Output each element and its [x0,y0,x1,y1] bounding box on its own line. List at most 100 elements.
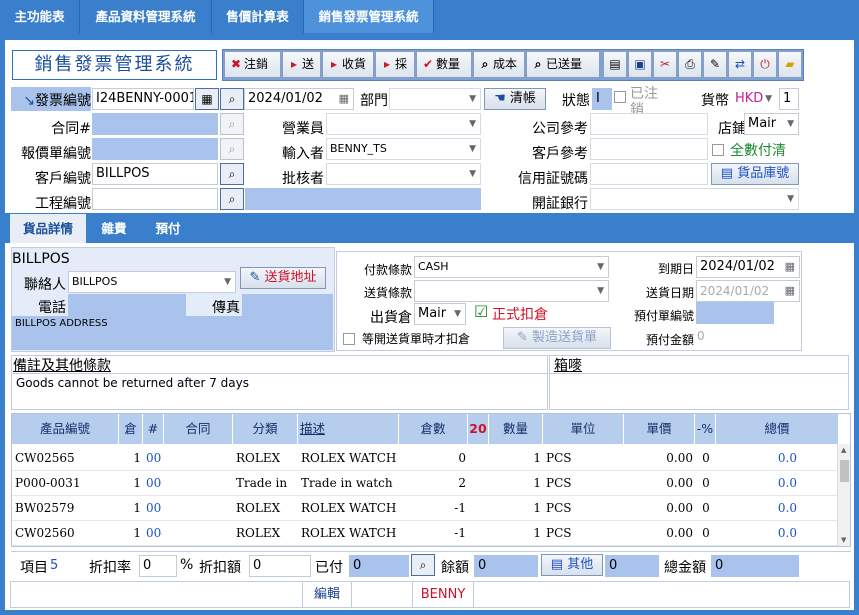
cell-warehouse[interactable]: 1 [122,446,141,471]
cell-contract[interactable] [167,521,231,546]
search-icon[interactable]: ⌕ [411,554,435,576]
menu-product-mgmt[interactable]: 產品資料管理系統 [80,0,212,33]
scroll-up-icon[interactable]: ▲ [841,446,846,454]
delivery-terms-select[interactable]: ▼ [414,280,609,302]
cell-stock[interactable]: -1 [402,496,466,521]
remarks-field[interactable]: Goods cannot be returned after 7 days [12,373,547,409]
cell-discount-pct[interactable]: 0 [698,471,714,496]
cell-stock-flag[interactable] [471,471,487,496]
cell-category[interactable]: ROLEX [236,521,296,546]
menu-price-calc[interactable]: 售價計算表 [212,0,304,33]
col-header-description[interactable]: 描述 [298,414,398,444]
col-header-product-no[interactable]: 產品編號 [12,414,118,444]
tab-prepayment[interactable]: 預付 [142,214,194,243]
approver-select[interactable]: ▼ [326,163,481,185]
cell-unit-price[interactable]: 0.00 [627,446,693,471]
cell-stock[interactable]: 2 [402,471,466,496]
fax-field[interactable] [242,294,333,316]
col-header-unit-price[interactable]: 單價 [624,414,694,444]
invoice-date-field[interactable]: 2024/01/02 ▦ [244,88,354,110]
menu-sales-invoice[interactable]: 銷售發票管理系統 [304,0,434,33]
folder-icon[interactable]: ▰ [778,51,802,78]
edit-icon[interactable]: ✎ [703,51,727,78]
cell-total[interactable]: 0.0 [719,521,797,546]
cell-warehouse[interactable]: 1 [122,521,141,546]
col-header-quantity[interactable]: 數量 [489,414,542,444]
cell-category[interactable]: ROLEX [236,446,296,471]
cell-contract[interactable] [167,446,231,471]
print-icon[interactable]: ⎙ [678,51,702,78]
cell-contract[interactable] [167,471,231,496]
shop-select[interactable]: Mair ▼ [744,113,799,135]
cell-total[interactable]: 0.0 [719,471,797,496]
cell-total[interactable]: 0.0 [719,496,797,521]
cell-product-no[interactable]: CW02560 [15,521,117,546]
quote-no-field[interactable] [92,138,218,160]
cell-discount-pct[interactable]: 0 [698,496,714,521]
pick-button[interactable]: ▸ 採 [375,51,415,78]
discount-rate-field[interactable]: 0 [139,555,177,577]
cell-product-no[interactable]: BW02579 [15,496,117,521]
col-header-total[interactable]: 總價 [716,414,838,444]
issuing-bank-select[interactable]: ▼ [590,188,799,210]
discount-amount-field[interactable]: 0 [249,555,311,577]
deduct-on-dn-checkbox[interactable] [343,331,355,346]
cell-discount-pct[interactable]: 0 [698,521,714,546]
cost-button[interactable]: ⌕ 成本 [473,51,525,78]
cell-stock-flag[interactable] [471,446,487,471]
shipping-marks-field[interactable] [550,373,848,409]
tab-product-details[interactable]: 貨品詳情 [10,214,86,243]
search-icon[interactable]: ⌕ [220,188,244,210]
language-switch-icon[interactable]: ⇄ [728,51,752,78]
cell-stock-flag[interactable] [471,496,487,521]
cell-product-no[interactable]: P000-0031 [15,471,117,496]
scrollbar-thumb[interactable] [840,460,849,482]
stock-no-button[interactable]: ▤ 貨品庫號 [711,163,799,185]
tools-icon[interactable]: ✂ [653,51,677,78]
cell-line-no[interactable]: 002 [146,471,162,496]
menu-main[interactable]: 主功能表 [0,0,80,33]
cell-warehouse[interactable]: 1 [122,496,141,521]
col-header-discount-pct[interactable]: -% [695,414,715,444]
cell-quantity[interactable]: 1 [492,471,541,496]
sent-qty-button[interactable]: ⌕ 已送量 [526,51,600,78]
cell-unit-price[interactable]: 0.00 [627,496,693,521]
lc-no-field[interactable] [590,163,708,185]
cell-unit[interactable]: PCS [546,496,622,521]
cell-line-no[interactable]: 001 [146,446,162,471]
cell-warehouse[interactable]: 1 [122,471,141,496]
invoice-no-field[interactable]: I24BENNY-0001 [92,88,194,110]
search-icon[interactable]: ⌕ [220,163,244,185]
cell-quantity[interactable]: 1 [492,496,541,521]
cell-unit-price[interactable]: 0.00 [627,521,693,546]
cell-total[interactable]: 0.0 [719,446,797,471]
tab-misc-fees[interactable]: 雜費 [88,214,140,243]
cell-discount-pct[interactable]: 0 [698,446,714,471]
grid-scrollbar[interactable]: ▲ ▼ [837,444,850,546]
salesman-select[interactable]: ▼ [326,113,481,135]
new-doc-icon[interactable]: ▤ [603,51,627,78]
exchange-rate-field[interactable]: 1 [779,88,799,110]
quantity-button[interactable]: ✔ 數量 [416,51,472,78]
col-header-unit[interactable]: 單位 [543,414,623,444]
cell-description[interactable]: ROLEX WATCH [301,446,397,471]
cell-unit[interactable]: PCS [546,521,622,546]
formal-deduct-checkbox[interactable]: ☑ [474,304,488,320]
cell-stock-flag[interactable] [471,521,487,546]
cell-unit[interactable]: PCS [546,471,622,496]
contact-select[interactable]: BILLPOS ▼ [68,271,236,293]
cell-contract[interactable] [167,496,231,521]
cell-unit[interactable]: PCS [546,446,622,471]
delivery-date-field[interactable]: 2024/01/02 ▦ [696,280,800,302]
cell-stock[interactable]: -1 [402,521,466,546]
delivery-address-button[interactable]: ✎ 送貨地址 [240,267,326,289]
send-button[interactable]: ▸ 送 [282,51,321,78]
cell-line-no[interactable]: 003 [146,496,162,521]
cell-line-no[interactable]: 004 [146,521,162,546]
scroll-down-icon[interactable]: ▼ [841,536,846,544]
customer-no-field[interactable]: BILLPOS [92,163,218,185]
other-button[interactable]: ▤ 其他 [541,554,603,576]
currency-select[interactable]: HKD ▼ [731,88,777,110]
payment-terms-select[interactable]: CASH ▼ [414,256,609,278]
col-header-line-no[interactable]: # [143,414,163,444]
